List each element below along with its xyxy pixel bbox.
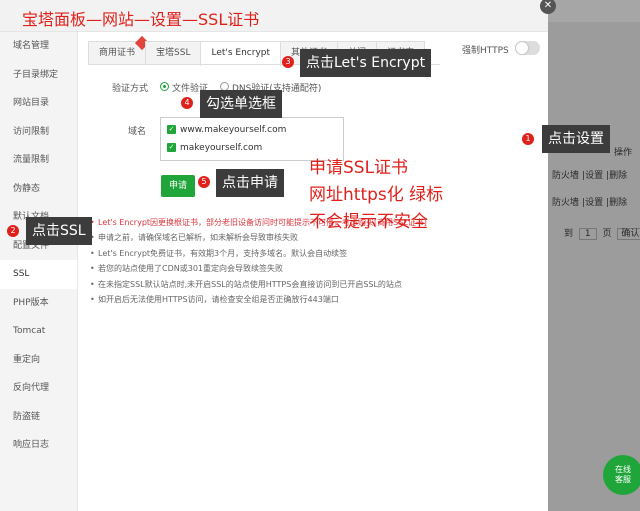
- sidebar-item-access-limit[interactable]: 访问限制: [0, 118, 77, 147]
- domain-label: 域名: [128, 127, 147, 137]
- domain-item[interactable]: ✓ makeyourself.com: [167, 143, 262, 153]
- checkbox-checked-icon[interactable]: ✓: [167, 125, 176, 134]
- sidebar-item-site-dir[interactable]: 网站目录: [0, 89, 77, 118]
- sidebar-item-domain[interactable]: 域名管理: [0, 32, 77, 61]
- sidebar-item-subdir[interactable]: 子目录绑定: [0, 61, 77, 90]
- note-item: 在未指定SSL默认站点时,未开启SSL的站点使用HTTPS会直接访问到已开启SS…: [90, 277, 540, 292]
- sidebar-item-php-version[interactable]: PHP版本: [0, 289, 77, 318]
- note-item: 若您的站点使用了CDN或301重定向会导致续签失败: [90, 261, 540, 276]
- annotation-step5: 点击申请: [216, 169, 284, 197]
- radio-file-verify[interactable]: [160, 82, 169, 91]
- sidebar-item-ssl[interactable]: SSL: [0, 260, 77, 289]
- annotation-step4: 勾选单选框: [200, 90, 282, 118]
- annotation-step3: 点击Let's Encrypt: [300, 49, 432, 77]
- step-badge: 2: [7, 225, 19, 237]
- verify-method-label: 验证方式: [112, 84, 149, 94]
- sidebar-item-reverse-proxy[interactable]: 反向代理: [0, 374, 77, 403]
- sidebar-item-traffic-limit[interactable]: 流量限制: [0, 146, 77, 175]
- note-item: Let's Encrypt免费证书，有效期3个月，支持多域名。默认会自动续签: [90, 246, 540, 261]
- annotation-step1: 点击设置: [542, 125, 610, 153]
- tab-lets-encrypt[interactable]: Let's Encrypt: [200, 41, 282, 66]
- sidebar-item-rewrite[interactable]: 伪静态: [0, 175, 77, 204]
- sidebar-item-response-log[interactable]: 响应日志: [0, 431, 77, 460]
- step-badge: 4: [181, 97, 193, 109]
- apply-button[interactable]: 申请: [161, 175, 195, 197]
- tab-bt-ssl[interactable]: 宝塔SSL: [145, 41, 202, 65]
- domain-item[interactable]: ✓ www.makeyourself.com: [167, 125, 286, 135]
- step-badge: 5: [198, 176, 210, 188]
- chat-label: 在线: [615, 465, 631, 474]
- annotation-title: 宝塔面板—网站—设置—SSL证书: [22, 10, 260, 29]
- step-badge: 3: [282, 56, 294, 68]
- background-page: [548, 0, 640, 511]
- tab-commercial-cert[interactable]: 商用证书: [88, 35, 150, 65]
- table-header-action: 操作: [614, 148, 633, 158]
- annotation-note-line: 申请SSL证书: [309, 158, 409, 178]
- table-row: 防火墙 |设置 |删除: [552, 171, 628, 181]
- sidebar-item-hotlink[interactable]: 防盗链: [0, 403, 77, 432]
- step-badge: 1: [522, 133, 534, 145]
- force-https-toggle[interactable]: [515, 41, 540, 55]
- sidebar-item-redirect[interactable]: 重定向: [0, 346, 77, 375]
- table-row: 防火墙 |设置 |删除: [552, 198, 628, 208]
- annotation-note: 申请SSL证书 网址https化 绿标 不会提示不安全: [309, 155, 443, 236]
- sidebar-item-tomcat[interactable]: Tomcat: [0, 317, 77, 346]
- annotation-note-line: 不会提示不安全: [309, 212, 428, 232]
- force-https-label: 强制HTTPS: [462, 46, 509, 56]
- online-support-button[interactable]: 在线 客服: [603, 455, 640, 495]
- annotation-step2: 点击SSL: [26, 217, 92, 245]
- site-settings-modal: 域名管理 子目录绑定 网站目录 访问限制 流量限制 伪静态 默认文档 配置文件 …: [0, 0, 548, 511]
- background-toolbar: [548, 0, 640, 22]
- settings-sidebar: 域名管理 子目录绑定 网站目录 访问限制 流量限制 伪静态 默认文档 配置文件 …: [0, 32, 78, 511]
- checkbox-checked-icon[interactable]: ✓: [167, 143, 176, 152]
- chat-label: 客服: [615, 475, 631, 484]
- pager: 到 1 页 确认: [564, 226, 640, 248]
- note-item: 如开启后无法使用HTTPS访问，请检查安全组是否正确放行443端口: [90, 292, 540, 307]
- annotation-note-line: 网址https化 绿标: [309, 185, 444, 205]
